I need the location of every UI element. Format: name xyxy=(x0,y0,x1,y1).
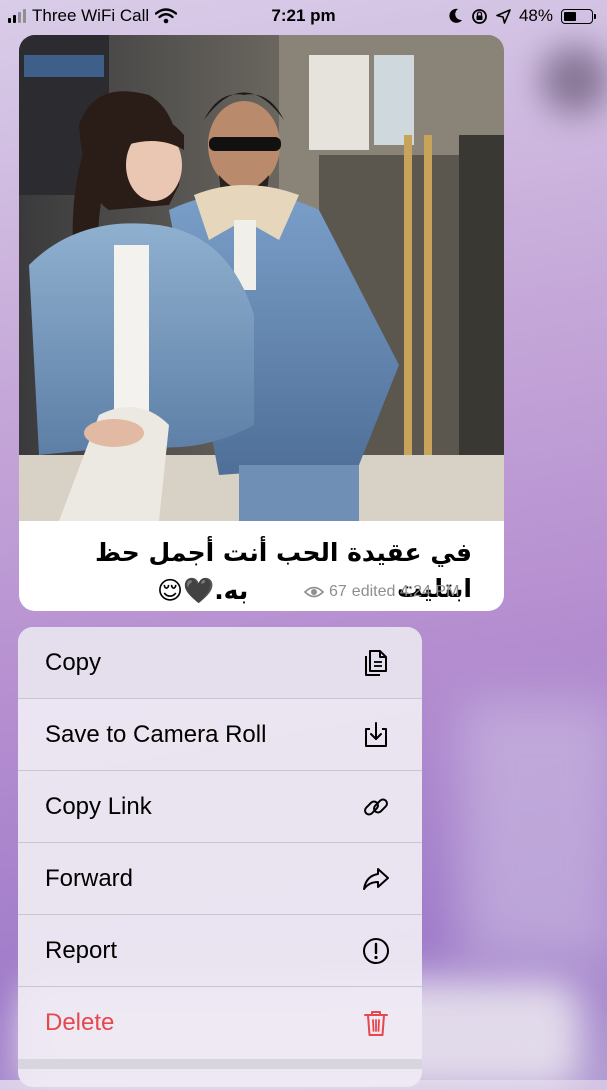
view-count: 67 xyxy=(329,583,347,600)
menu-item-forward[interactable]: Forward xyxy=(18,843,422,915)
couple-photo-illustration xyxy=(19,35,504,521)
menu-item-label: Copy xyxy=(45,649,102,676)
location-arrow-icon xyxy=(496,8,511,24)
menu-item-report[interactable]: Report xyxy=(18,915,422,987)
menu-item-delete[interactable]: Delete xyxy=(18,987,422,1059)
message-caption-line-2: به.🖤😌 xyxy=(157,576,249,605)
download-icon xyxy=(360,719,392,751)
menu-item-label: Save to Camera Roll xyxy=(45,721,267,748)
eye-icon xyxy=(304,586,324,598)
message-bubble[interactable]: في عقيدة الحب أنت أجمل حظ ابتليت به.🖤😌 6… xyxy=(19,35,504,611)
edited-timestamp: edited 4:24 PM xyxy=(351,583,460,600)
trash-icon xyxy=(360,1007,392,1039)
menu-item-copy[interactable]: Copy xyxy=(18,627,422,699)
copy-icon xyxy=(360,647,392,679)
menu-item-save-to-camera-roll[interactable]: Save to Camera Roll xyxy=(18,699,422,771)
menu-item-label: Delete xyxy=(45,1009,115,1036)
menu-separator xyxy=(18,1059,422,1069)
message-meta: 67 edited 4:24 PM xyxy=(304,583,459,601)
menu-item-label: Report xyxy=(45,937,118,964)
background-blur xyxy=(460,700,607,960)
status-bar: Three WiFi Call 7:21 pm 48% xyxy=(0,0,607,34)
battery-icon xyxy=(561,8,596,24)
forward-icon xyxy=(360,863,392,895)
menu-item-label: Copy Link xyxy=(45,793,152,820)
battery-percentage: 48% xyxy=(518,6,553,25)
context-menu: Copy Save to Camera Roll Copy Link Forwa… xyxy=(18,627,422,1087)
rotation-lock-icon xyxy=(472,8,487,24)
exclamation-icon xyxy=(360,935,392,967)
moon-icon xyxy=(449,8,462,23)
status-indicators: 48% xyxy=(449,6,596,26)
menu-item-label: Forward xyxy=(45,865,134,892)
background-blur xyxy=(540,45,607,115)
message-photo[interactable] xyxy=(19,35,504,521)
menu-item-copy-link[interactable]: Copy Link xyxy=(18,771,422,843)
link-icon xyxy=(360,791,392,823)
